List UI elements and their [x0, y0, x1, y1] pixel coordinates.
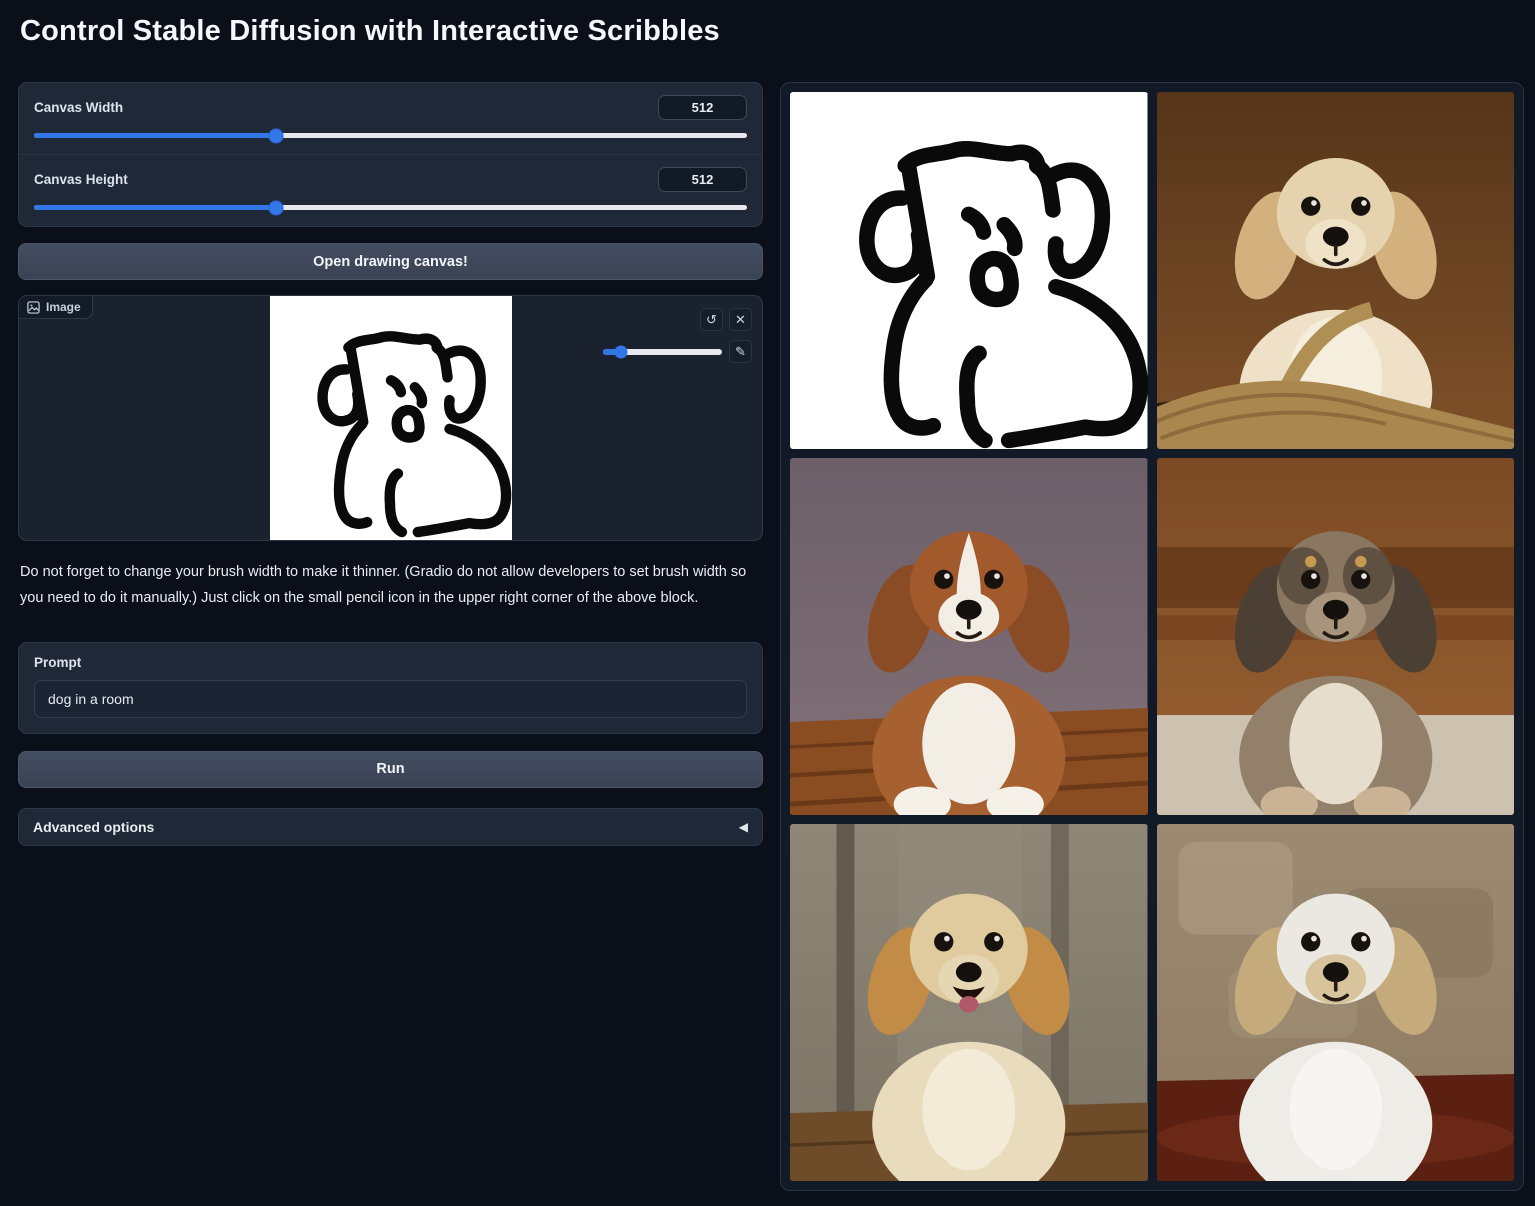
- gallery-item-5[interactable]: [790, 824, 1148, 1181]
- gallery-item-6[interactable]: [1157, 824, 1515, 1181]
- slider-fill: [34, 133, 276, 138]
- slider-thumb[interactable]: [269, 200, 284, 215]
- clear-button[interactable]: ✕: [729, 308, 752, 331]
- advanced-options-accordion[interactable]: Advanced options ◀: [18, 808, 763, 846]
- slider-thumb[interactable]: [269, 128, 284, 143]
- undo-button[interactable]: ↺: [700, 308, 723, 331]
- open-drawing-canvas-button[interactable]: Open drawing canvas!: [18, 243, 763, 280]
- pencil-button[interactable]: ✎: [729, 340, 752, 363]
- canvas-height-label: Canvas Height: [34, 172, 128, 187]
- image-icon: [27, 301, 40, 314]
- canvas-size-panel: Canvas Width Canvas Height: [18, 82, 763, 227]
- canvas-height-value-input[interactable]: [658, 167, 747, 192]
- app-page: Control Stable Diffusion with Interactiv…: [0, 0, 1535, 1206]
- gallery-item-4[interactable]: [1157, 458, 1515, 815]
- image-editor-block: Image ↺ ✕ ✎: [18, 295, 763, 541]
- gallery-item-1[interactable]: [790, 92, 1148, 449]
- slider-fill: [34, 205, 276, 210]
- gallery-item-2[interactable]: [1157, 92, 1515, 449]
- run-button[interactable]: Run: [18, 751, 763, 788]
- brush-size-slider[interactable]: [603, 349, 722, 355]
- scribble-drawing: [270, 296, 512, 540]
- slider-thumb[interactable]: [614, 345, 627, 358]
- brush-width-note: Do not forget to change your brush width…: [20, 560, 761, 612]
- generated-dog-image: [1157, 824, 1515, 1181]
- close-icon: ✕: [735, 313, 746, 326]
- brush-size-controls: ✎: [603, 340, 752, 363]
- canvas-width-value-input[interactable]: [658, 95, 747, 120]
- editor-corner-tools: ↺ ✕: [700, 308, 752, 331]
- main-layout: Canvas Width Canvas Height: [18, 82, 1524, 1191]
- drawing-canvas[interactable]: [270, 296, 512, 540]
- canvas-height-row: Canvas Height: [19, 154, 762, 226]
- generated-dog-image: [1157, 92, 1515, 449]
- page-title: Control Stable Diffusion with Interactiv…: [20, 15, 1524, 48]
- chevron-left-icon: ◀: [739, 820, 748, 834]
- gallery-item-3[interactable]: [790, 458, 1148, 815]
- results-column: [780, 82, 1524, 1191]
- canvas-width-label: Canvas Width: [34, 100, 123, 115]
- prompt-panel: Prompt: [18, 642, 763, 734]
- canvas-height-slider[interactable]: [34, 205, 747, 210]
- canvas-width-slider[interactable]: [34, 133, 747, 138]
- scribble-thumbnail: [790, 92, 1148, 449]
- image-component-label: Image: [19, 296, 93, 319]
- prompt-input[interactable]: [34, 680, 747, 718]
- result-gallery: [780, 82, 1524, 1191]
- pencil-icon: ✎: [735, 345, 746, 358]
- generated-dog-image: [790, 458, 1148, 815]
- undo-icon: ↺: [706, 313, 717, 326]
- advanced-options-label: Advanced options: [33, 819, 154, 835]
- generated-dog-image: [1157, 458, 1515, 815]
- canvas-width-row: Canvas Width: [19, 83, 762, 154]
- prompt-label: Prompt: [34, 655, 747, 670]
- controls-column: Canvas Width Canvas Height: [18, 82, 763, 846]
- generated-dog-image: [790, 824, 1148, 1181]
